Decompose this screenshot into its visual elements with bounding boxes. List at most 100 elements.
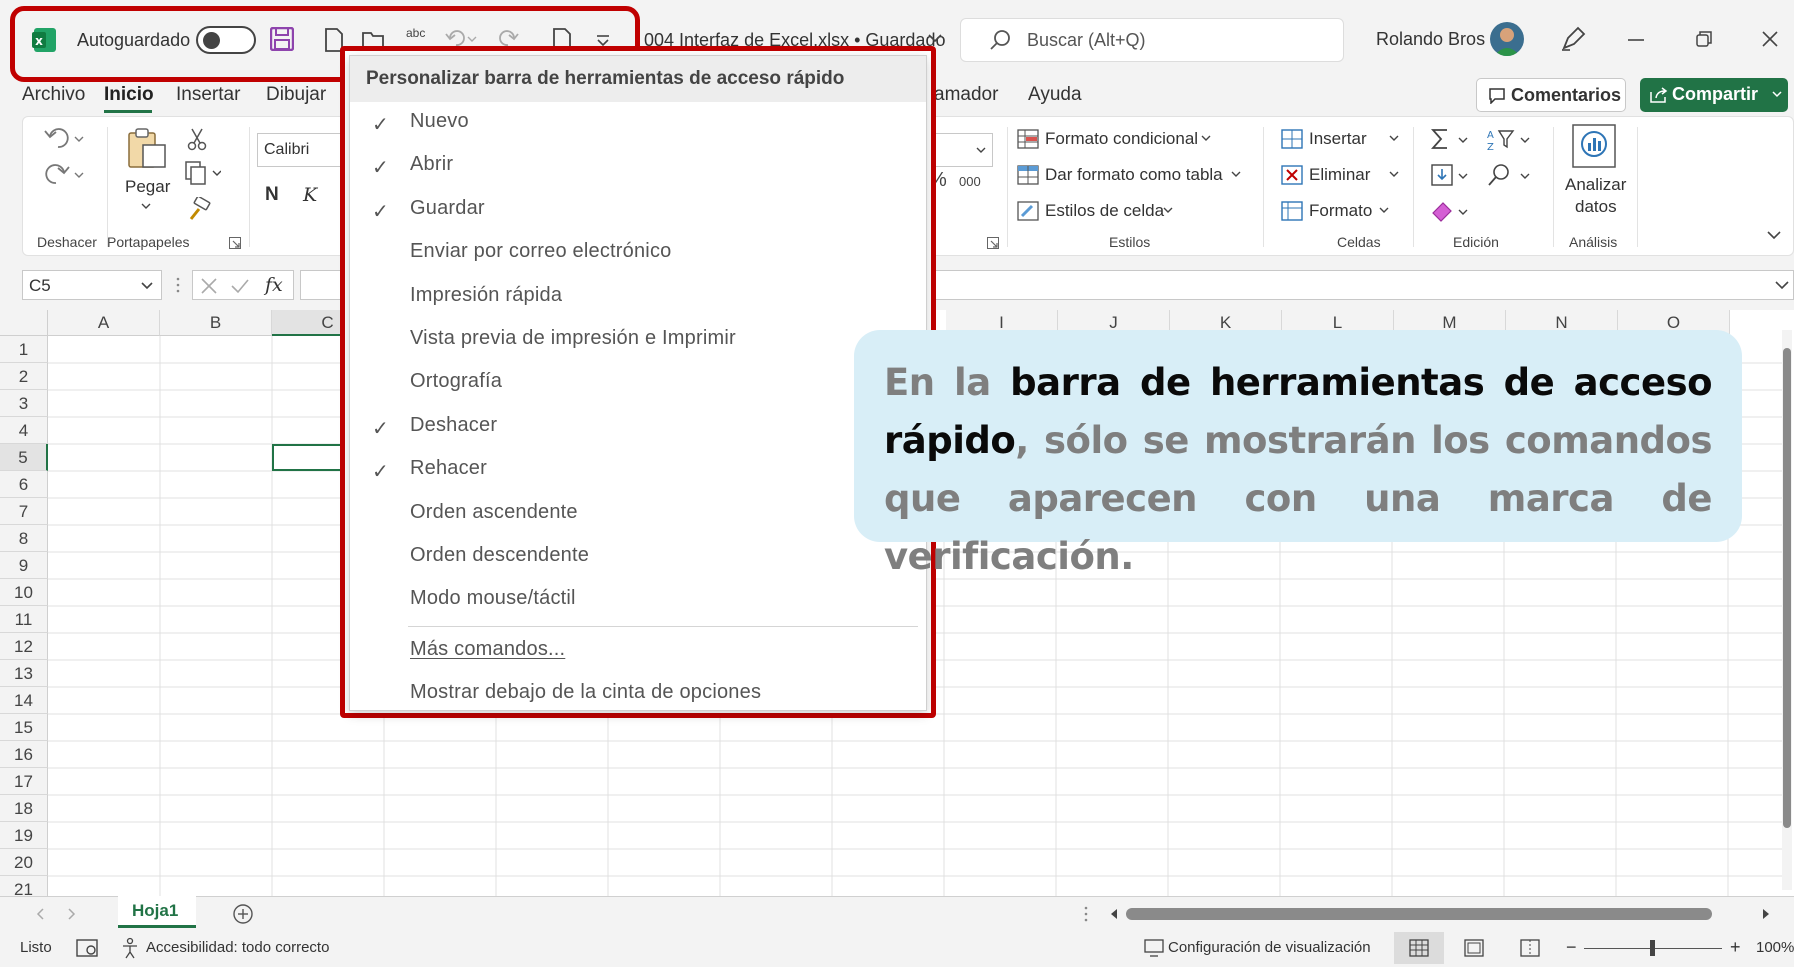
scroll-left-icon[interactable]	[1110, 908, 1118, 920]
menu-item[interactable]: Nuevo	[410, 110, 469, 133]
accessibility-status[interactable]: Accesibilidad: todo correcto	[146, 939, 329, 956]
row-header[interactable]: 4	[0, 417, 48, 444]
clipboard-launcher-icon[interactable]	[229, 237, 241, 249]
delete-cells-button[interactable]: Eliminar	[1309, 165, 1370, 185]
insert-chevron-icon[interactable]	[1389, 135, 1399, 143]
analyze-data-label-1[interactable]: Analizar	[1565, 175, 1626, 195]
share-chevron-down-icon[interactable]	[1772, 91, 1782, 99]
confirm-entry-icon[interactable]	[231, 278, 249, 294]
format-chevron-icon[interactable]	[1379, 207, 1389, 215]
row-header[interactable]: 20	[0, 849, 48, 876]
cancel-entry-icon[interactable]	[201, 278, 217, 294]
vertical-scrollbar[interactable]	[1782, 330, 1792, 890]
cell-styles-button[interactable]: Estilos de celda	[1045, 201, 1164, 221]
row-header[interactable]: 5	[0, 444, 48, 471]
zoom-out-button[interactable]: −	[1566, 937, 1577, 958]
conditional-chevron-icon[interactable]	[1201, 135, 1211, 143]
menu-item[interactable]: Enviar por correo electrónico	[410, 240, 671, 263]
add-sheet-icon[interactable]	[232, 903, 254, 925]
menu-item[interactable]: Modo mouse/táctil	[410, 587, 576, 610]
column-header[interactable]: B	[160, 310, 272, 336]
row-header[interactable]: 9	[0, 552, 48, 579]
close-icon[interactable]	[1762, 31, 1778, 47]
row-header[interactable]: 19	[0, 822, 48, 849]
tab-dibujar[interactable]: Dibujar	[266, 84, 326, 106]
split-grip-icon[interactable]	[1084, 906, 1088, 922]
number-launcher-icon[interactable]	[987, 237, 999, 249]
format-as-table-button[interactable]: Dar formato como tabla	[1045, 165, 1223, 185]
row-header[interactable]: 12	[0, 633, 48, 660]
restore-icon[interactable]	[1696, 31, 1712, 47]
prev-sheet-icon[interactable]	[36, 908, 44, 920]
display-settings-label[interactable]: Configuración de visualización	[1168, 939, 1371, 956]
row-header[interactable]: 8	[0, 525, 48, 552]
tab-archivo[interactable]: Archivo	[22, 84, 85, 106]
zoom-level[interactable]: 100%	[1756, 939, 1794, 956]
paste-chevron-down-icon[interactable]	[141, 203, 151, 211]
zoom-in-button[interactable]: +	[1730, 937, 1741, 958]
row-header[interactable]: 15	[0, 714, 48, 741]
table-chevron-icon[interactable]	[1231, 171, 1241, 179]
expand-formula-chevron-icon[interactable]	[1775, 281, 1789, 291]
menu-item[interactable]: Guardar	[410, 197, 485, 220]
italic-button[interactable]: K	[303, 184, 317, 206]
page-layout-view-icon[interactable]	[1464, 939, 1484, 957]
insert-function-button[interactable]: fx	[265, 274, 283, 296]
horizontal-scroll-thumb[interactable]	[1126, 908, 1712, 920]
tab-ayuda[interactable]: Ayuda	[1028, 84, 1082, 106]
menu-item[interactable]: Abrir	[410, 153, 453, 176]
find-select-icon[interactable]	[1487, 163, 1533, 189]
menu-item-more-commands[interactable]: Más comandos...	[410, 638, 565, 661]
delete-chevron-icon[interactable]	[1389, 171, 1399, 179]
font-name-select[interactable]: Calibri	[257, 133, 347, 167]
row-header[interactable]: 7	[0, 498, 48, 525]
row-header[interactable]: 1	[0, 336, 48, 363]
row-header[interactable]: 3	[0, 390, 48, 417]
bold-button[interactable]: N	[265, 184, 279, 206]
fill-icon[interactable]	[1431, 163, 1471, 189]
menu-item[interactable]: Orden ascendente	[410, 501, 578, 524]
tab-inicio[interactable]: Inicio	[104, 84, 154, 106]
autosum-icon[interactable]	[1431, 127, 1471, 153]
menu-item[interactable]: Deshacer	[410, 414, 497, 437]
accessibility-icon[interactable]	[122, 937, 142, 959]
analyze-data-label-2[interactable]: datos	[1575, 197, 1617, 217]
ribbon-undo-icon[interactable]	[43, 125, 87, 153]
scroll-right-icon[interactable]	[1762, 908, 1770, 920]
search-box[interactable]: Buscar (Alt+Q)	[960, 18, 1344, 62]
tab-programador[interactable]: amador	[934, 84, 998, 106]
row-header[interactable]: 18	[0, 795, 48, 822]
clear-icon[interactable]	[1431, 199, 1471, 225]
menu-item-show-below-ribbon[interactable]: Mostrar debajo de la cinta de opciones	[410, 681, 761, 704]
avatar[interactable]	[1490, 22, 1524, 56]
normal-view-button[interactable]	[1394, 932, 1444, 964]
display-settings-icon[interactable]	[1144, 939, 1164, 957]
next-sheet-icon[interactable]	[68, 908, 76, 920]
row-header[interactable]: 17	[0, 768, 48, 795]
menu-item[interactable]: Orden descendente	[410, 544, 589, 567]
insert-cells-button[interactable]: Insertar	[1309, 129, 1367, 149]
ribbon-redo-icon[interactable]	[43, 161, 87, 189]
analyze-data-icon[interactable]	[1571, 123, 1617, 169]
thousands-button[interactable]: 000	[959, 174, 981, 189]
name-box-chevron-icon[interactable]	[141, 282, 153, 291]
collapse-ribbon-chevron-icon[interactable]	[1767, 231, 1781, 241]
format-cells-button[interactable]: Formato	[1309, 201, 1372, 221]
vertical-scroll-thumb[interactable]	[1783, 348, 1791, 828]
title-chevron-down-icon[interactable]	[928, 34, 942, 44]
share-button[interactable]: Compartir	[1640, 78, 1788, 112]
paste-icon[interactable]	[127, 127, 167, 169]
conditional-format-button[interactable]: Formato condicional	[1045, 129, 1198, 149]
menu-item[interactable]: Ortografía	[410, 370, 502, 393]
row-header[interactable]: 13	[0, 660, 48, 687]
paste-label[interactable]: Pegar	[125, 177, 170, 197]
tab-insertar[interactable]: Insertar	[176, 84, 240, 106]
sort-filter-icon[interactable]: AZ	[1487, 127, 1533, 153]
menu-item[interactable]: Impresión rápida	[410, 284, 562, 307]
minimize-icon[interactable]	[1628, 39, 1644, 41]
row-header[interactable]: 14	[0, 687, 48, 714]
format-painter-icon[interactable]	[187, 197, 211, 221]
row-header[interactable]: 6	[0, 471, 48, 498]
zoom-slider-thumb[interactable]	[1650, 940, 1655, 956]
select-all-corner[interactable]	[0, 310, 48, 336]
